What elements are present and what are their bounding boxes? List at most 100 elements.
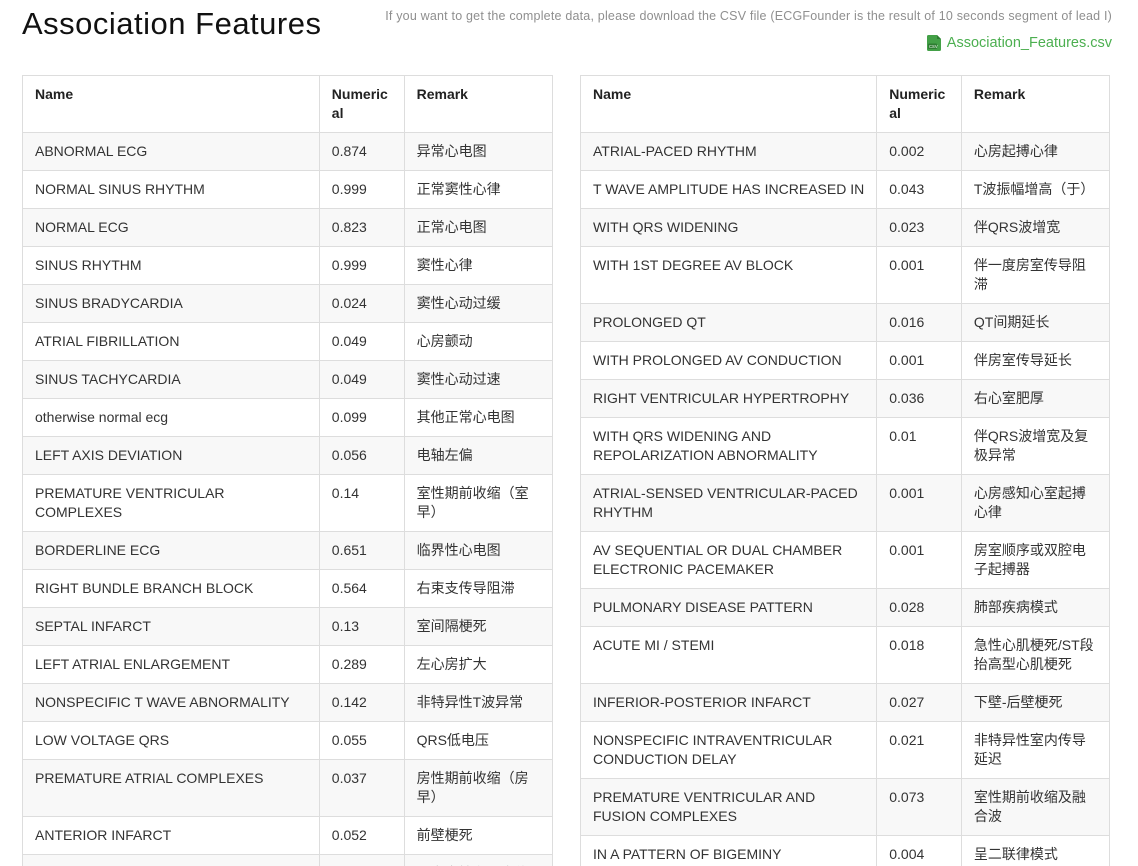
remark-cell: 左心房扩大 [404, 646, 552, 684]
feature-name-cell: WITH QRS WIDENING AND REPOLARIZATION ABN… [581, 418, 877, 475]
numerical-value-cell: 0.874 [319, 133, 404, 171]
numerical-value-cell: 0.289 [319, 646, 404, 684]
remark-cell: 心房感知心室起搏心律 [961, 475, 1109, 532]
remark-cell: 临界性心电图 [404, 532, 552, 570]
numerical-value-cell: 0.049 [319, 323, 404, 361]
feature-name-cell: T WAVE AMPLITUDE HAS INCREASED IN [581, 171, 877, 209]
feature-name-cell: LEFT ATRIAL ENLARGEMENT [23, 646, 320, 684]
numerical-value-cell: 0.043 [877, 171, 962, 209]
remark-cell: 正常窦性心律 [404, 171, 552, 209]
csv-file-icon: CSV [927, 35, 942, 51]
numerical-value-cell: 0.001 [877, 475, 962, 532]
feature-name-cell: BORDERLINE ECG [23, 532, 320, 570]
table-row: LEFT ATRIAL ENLARGEMENT0.289左心房扩大 [23, 646, 553, 684]
numerical-value-cell: 0.018 [877, 627, 962, 684]
page-title: Association Features [22, 6, 321, 42]
numerical-value-cell: 0.049 [319, 361, 404, 399]
page: Association Features If you want to get … [0, 0, 1138, 866]
numerical-value-cell: 0.823 [319, 209, 404, 247]
csv-filename: Association_Features.csv [947, 35, 1112, 51]
remark-cell: 前壁梗死 [404, 817, 552, 855]
column-header-numerical: Numerical [319, 76, 404, 133]
table-row: SEPTAL INFARCT0.13室间隔梗死 [23, 608, 553, 646]
feature-name-cell: PROLONGED QT [581, 304, 877, 342]
header-note: If you want to get the complete data, pl… [385, 9, 1112, 23]
remark-cell: 异常心电图 [404, 133, 552, 171]
numerical-value-cell: 0.564 [319, 570, 404, 608]
table-row: LEFT AXIS DEVIATION0.056电轴左偏 [23, 437, 553, 475]
numerical-value-cell: 0.01 [877, 418, 962, 475]
csv-download-link[interactable]: CSV Association_Features.csv [927, 35, 1112, 51]
feature-name-cell: WITH PROLONGED AV CONDUCTION [581, 342, 877, 380]
numerical-value-cell: 0.13 [319, 608, 404, 646]
table-row: LOW VOLTAGE QRS0.055QRS低电压 [23, 722, 553, 760]
feature-name-cell: SEPTAL INFARCT [23, 608, 320, 646]
feature-name-cell: SINUS TACHYCARDIA [23, 361, 320, 399]
remark-cell: 伴房室传导延长 [961, 342, 1109, 380]
numerical-value-cell: 0.004 [877, 836, 962, 866]
remark-cell: 伴QRS波增宽及复极异常 [961, 418, 1109, 475]
column-header-remark: Remark [961, 76, 1109, 133]
remark-cell: QT间期延长 [961, 304, 1109, 342]
table-row: RIGHT VENTRICULAR HYPERTROPHY0.036右心室肥厚 [581, 380, 1110, 418]
feature-name-cell: SINUS RHYTHM [23, 247, 320, 285]
table-row: PROLONGED QT0.016QT间期延长 [581, 304, 1110, 342]
table-row: IN A PATTERN OF BIGEMINY0.004呈二联律模式 [581, 836, 1110, 866]
remark-cell: 窦性心动过速 [404, 361, 552, 399]
remark-cell: 右心室肥厚 [961, 380, 1109, 418]
numerical-value-cell: 0.099 [319, 399, 404, 437]
feature-name-cell: ATRIAL-PACED RHYTHM [581, 133, 877, 171]
feature-name-cell: WITH QRS WIDENING [581, 209, 877, 247]
table-row: ATRIAL-SENSED VENTRICULAR-PACED RHYTHM0.… [581, 475, 1110, 532]
table-row: WITH QRS WIDENING0.023伴QRS波增宽 [581, 209, 1110, 247]
feature-name-cell: NONSPECIFIC T WAVE ABNORMALITY [23, 684, 320, 722]
table-header-row: Name Numerical Remark [581, 76, 1110, 133]
feature-name-cell: ABNORMAL ECG [23, 133, 320, 171]
table-row: BORDERLINE ECG0.651临界性心电图 [23, 532, 553, 570]
table-row: RIGHT BUNDLE BRANCH BLOCK0.564右束支传导阻滞 [23, 570, 553, 608]
numerical-value-cell: 0.028 [877, 589, 962, 627]
feature-name-cell: ATRIAL-SENSED VENTRICULAR-PACED RHYTHM [581, 475, 877, 532]
feature-name-cell: LEFT AXIS DEVIATION [23, 437, 320, 475]
numerical-value-cell: 0.001 [877, 532, 962, 589]
table-row: NONSPECIFIC T WAVE ABNORMALITY0.142非特异性T… [23, 684, 553, 722]
numerical-value-cell: 0.001 [877, 342, 962, 380]
table-row: NORMAL SINUS RHYTHM0.999正常窦性心律 [23, 171, 553, 209]
table-row: ACUTE MI / STEMI0.018急性心肌梗死/ST段抬高型心肌梗死 [581, 627, 1110, 684]
table-row: ABNORMAL ECG0.874异常心电图 [23, 133, 553, 171]
numerical-value-cell: 0.999 [319, 171, 404, 209]
numerical-value-cell: 0.503 [319, 855, 404, 866]
numerical-value-cell: 0.999 [319, 247, 404, 285]
remark-cell: 呈二联律模式 [961, 836, 1109, 866]
features-table-right: Name Numerical Remark ATRIAL-PACED RHYTH… [580, 75, 1110, 866]
numerical-value-cell: 0.021 [877, 722, 962, 779]
feature-name-cell: NORMAL ECG [23, 209, 320, 247]
table-row: PREMATURE VENTRICULAR AND FUSION COMPLEX… [581, 779, 1110, 836]
feature-name-cell: AV SEQUENTIAL OR DUAL CHAMBER ELECTRONIC… [581, 532, 877, 589]
features-table-left: Name Numerical Remark ABNORMAL ECG0.874异… [22, 75, 553, 866]
numerical-value-cell: 0.14 [319, 475, 404, 532]
feature-name-cell: NONSPECIFIC INTRAVENTRICULAR CONDUCTION … [581, 722, 877, 779]
table-row: PULMONARY DISEASE PATTERN0.028肺部疾病模式 [581, 589, 1110, 627]
numerical-value-cell: 0.056 [319, 437, 404, 475]
table-row: WITH 1ST DEGREE AV BLOCK0.001伴一度房室传导阻滞 [581, 247, 1110, 304]
remark-cell: 伴QRS波增宽 [961, 209, 1109, 247]
numerical-value-cell: 0.052 [319, 817, 404, 855]
feature-name-cell: WITH 1ST DEGREE AV BLOCK [581, 247, 877, 304]
tables-container: Name Numerical Remark ABNORMAL ECG0.874异… [22, 75, 1110, 866]
table-row: NONSPECIFIC INTRAVENTRICULAR CONDUCTION … [581, 722, 1110, 779]
numerical-value-cell: 0.037 [319, 760, 404, 817]
feature-name-cell: SINUS BRADYCARDIA [23, 285, 320, 323]
feature-name-cell: PREMATURE VENTRICULAR AND FUSION COMPLEX… [581, 779, 877, 836]
remark-cell: QRS低电压 [404, 722, 552, 760]
remark-cell: 右束支传导阻滞 [404, 570, 552, 608]
table-row: SINUS RHYTHM0.999窦性心律 [23, 247, 553, 285]
table-row: ATRIAL-PACED RHYTHM0.002心房起搏心律 [581, 133, 1110, 171]
remark-cell: 不完全性右束支传导阻滞 [404, 855, 552, 866]
feature-name-cell: ANTERIOR INFARCT [23, 817, 320, 855]
feature-name-cell: ATRIAL FIBRILLATION [23, 323, 320, 361]
remark-cell: 下壁-后壁梗死 [961, 684, 1109, 722]
remark-cell: 伴一度房室传导阻滞 [961, 247, 1109, 304]
table-row: WITH PROLONGED AV CONDUCTION0.001伴房室传导延长 [581, 342, 1110, 380]
remark-cell: 窦性心律 [404, 247, 552, 285]
